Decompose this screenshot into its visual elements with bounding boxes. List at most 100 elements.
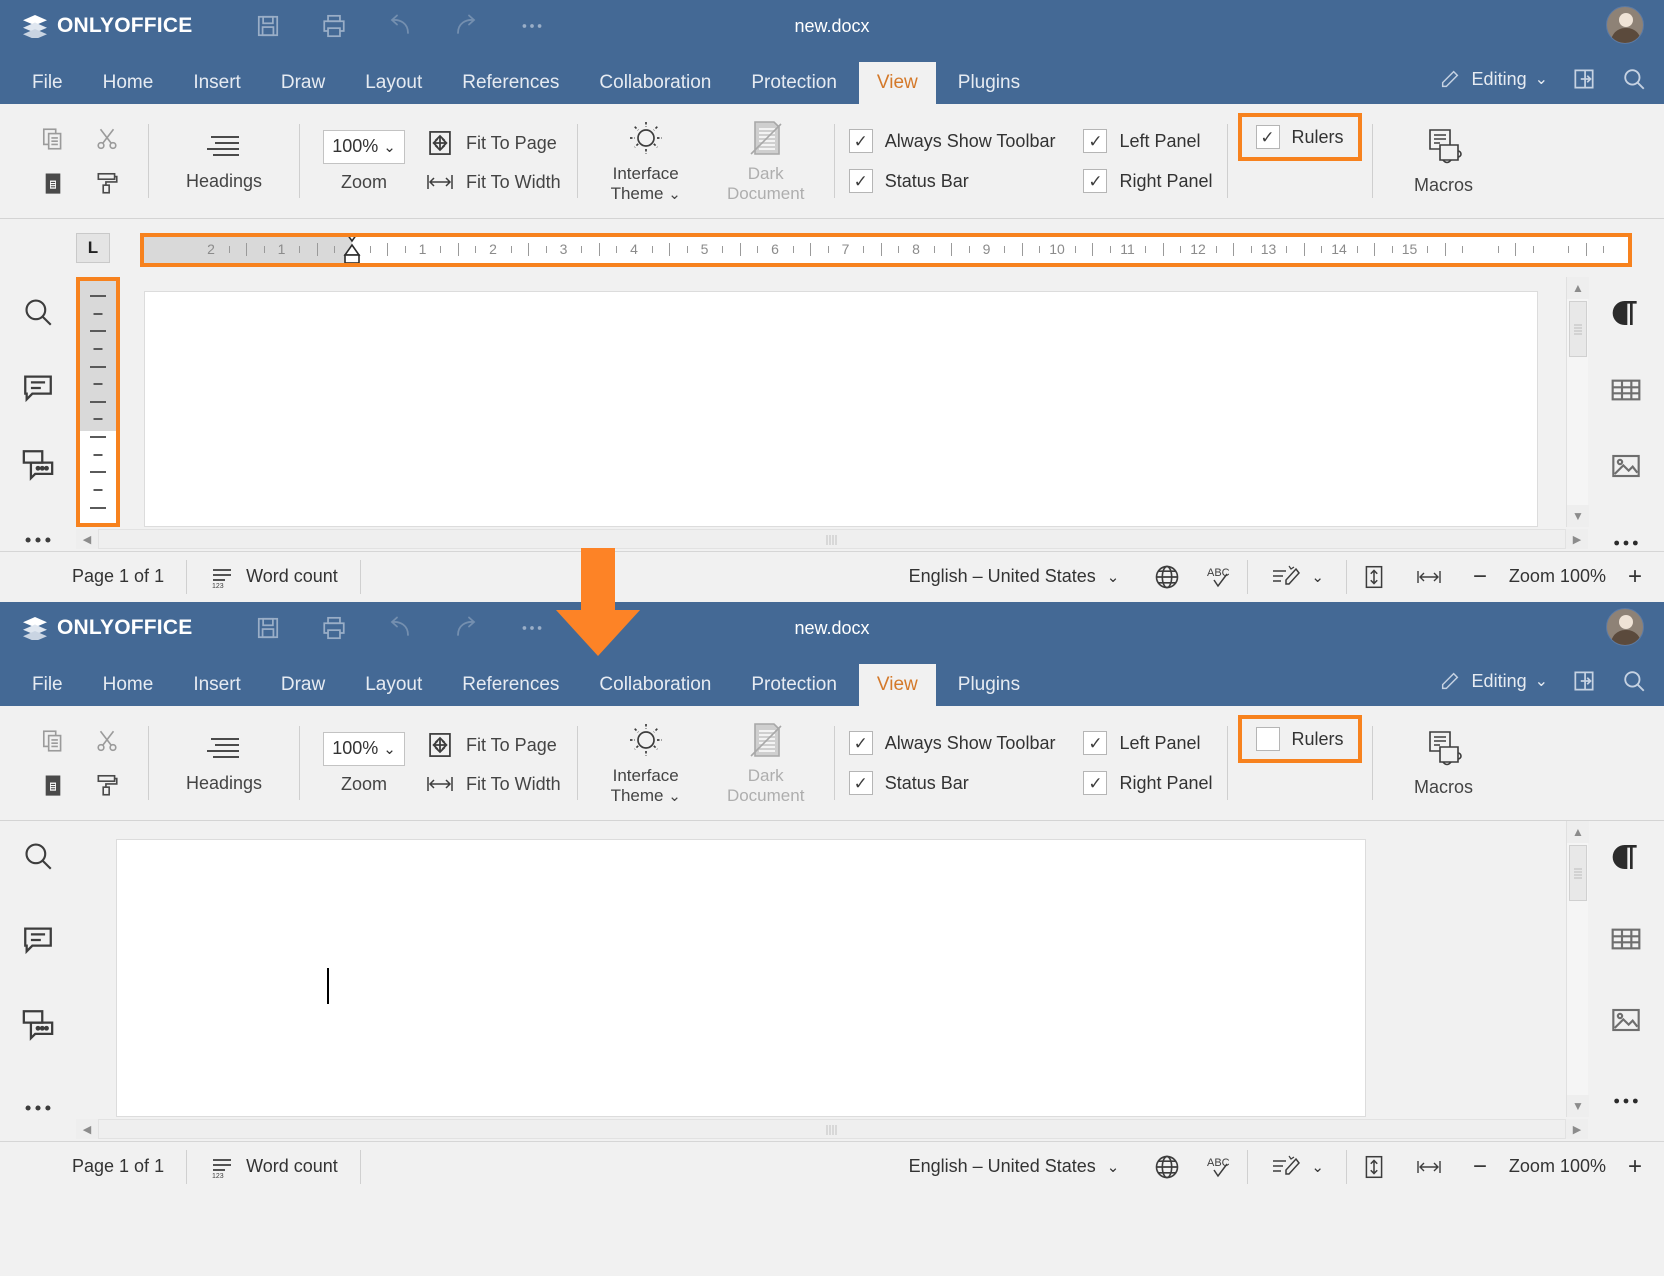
- fit-to-width-button[interactable]: Fit To Width: [426, 773, 561, 795]
- status-fit-to-page-button[interactable]: [1347, 552, 1401, 601]
- scroll-up-button[interactable]: ▲: [1567, 277, 1589, 299]
- hscroll-track[interactable]: [98, 529, 1566, 549]
- interface-theme-button[interactable]: Interface Theme ⌄: [594, 118, 698, 203]
- status-fit-to-width-button[interactable]: [1401, 552, 1457, 601]
- scroll-right-button[interactable]: ▶: [1566, 1119, 1588, 1139]
- zoom-level-label[interactable]: Zoom 100%: [1503, 552, 1612, 601]
- tab-home[interactable]: Home: [85, 62, 172, 104]
- tab-collaboration[interactable]: Collaboration: [581, 664, 729, 706]
- avatar[interactable]: [1606, 608, 1644, 646]
- macros-button[interactable]: Macros: [1389, 127, 1499, 196]
- tab-protection[interactable]: Protection: [733, 62, 855, 104]
- checkbox-left-panel[interactable]: ✓ Left Panel: [1083, 731, 1212, 755]
- more-icon[interactable]: [20, 523, 56, 557]
- checkbox-always-show-toolbar[interactable]: ✓ Always Show Toolbar: [848, 129, 1055, 153]
- hscroll-track[interactable]: [98, 1119, 1566, 1139]
- checkbox-rulers[interactable]: ✓ Rulers: [1255, 125, 1344, 149]
- more-icon[interactable]: [518, 12, 546, 40]
- word-count-button[interactable]: 123 Word count: [187, 1142, 360, 1191]
- vertical-scrollbar[interactable]: ▲ ▼: [1566, 821, 1589, 1117]
- print-icon[interactable]: [320, 12, 348, 40]
- fit-to-page-button[interactable]: Fit To Page: [426, 731, 561, 759]
- search-icon[interactable]: [20, 839, 56, 873]
- image-settings-icon[interactable]: [1608, 1004, 1644, 1035]
- checkbox-right-panel[interactable]: ✓ Right Panel: [1083, 771, 1213, 795]
- zoom-out-button[interactable]: −: [1457, 552, 1503, 601]
- paste-icon[interactable]: [38, 168, 68, 198]
- tab-draw[interactable]: Draw: [263, 62, 343, 104]
- zoom-in-button[interactable]: +: [1612, 552, 1664, 601]
- comments-icon[interactable]: [20, 923, 56, 957]
- document-page[interactable]: [116, 839, 1366, 1117]
- editing-mode-button[interactable]: Editing ⌄: [1436, 667, 1548, 695]
- zoom-value-dropdown[interactable]: 100% ⌄: [323, 731, 405, 766]
- zoom-value-dropdown[interactable]: 100% ⌄: [323, 129, 405, 164]
- interface-theme-button[interactable]: Interface Theme ⌄: [594, 720, 698, 805]
- more-icon[interactable]: [1608, 527, 1644, 559]
- image-settings-icon[interactable]: [1608, 451, 1644, 481]
- set-language-button[interactable]: [1141, 1142, 1193, 1191]
- tab-file[interactable]: File: [14, 62, 81, 104]
- scroll-left-button[interactable]: ◀: [76, 1119, 98, 1139]
- checkbox-rulers[interactable]: Rulers: [1255, 727, 1344, 751]
- tab-draw[interactable]: Draw: [263, 664, 343, 706]
- zoom-in-button[interactable]: +: [1612, 1142, 1664, 1191]
- scrollbar-thumb[interactable]: [1569, 845, 1587, 901]
- scroll-left-button[interactable]: ◀: [76, 529, 98, 549]
- macros-button[interactable]: Macros: [1389, 729, 1499, 798]
- tab-protection[interactable]: Protection: [733, 664, 855, 706]
- redo-icon[interactable]: [452, 12, 480, 40]
- open-file-location-icon[interactable]: [1570, 667, 1598, 695]
- scroll-down-button[interactable]: ▼: [1567, 1095, 1589, 1117]
- undo-icon[interactable]: [386, 12, 414, 40]
- table-settings-icon[interactable]: [1608, 375, 1644, 405]
- status-fit-to-page-button[interactable]: [1347, 1142, 1401, 1191]
- horizontal-ruler[interactable]: 2 1 1 2 3 4 5 6 7 8 9 10 11 12 13 14 15: [144, 237, 1628, 263]
- fit-to-width-button[interactable]: Fit To Width: [426, 171, 561, 193]
- save-icon[interactable]: [254, 12, 282, 40]
- zoom-level-label[interactable]: Zoom 100%: [1503, 1142, 1612, 1191]
- tab-view[interactable]: View: [858, 62, 936, 104]
- zoom-out-button[interactable]: −: [1457, 1142, 1503, 1191]
- copy-icon[interactable]: [38, 726, 68, 756]
- tab-layout[interactable]: Layout: [347, 62, 440, 104]
- set-language-button[interactable]: [1141, 552, 1193, 601]
- checkbox-always-show-toolbar[interactable]: ✓ Always Show Toolbar: [848, 731, 1055, 755]
- chat-icon[interactable]: [20, 1007, 56, 1041]
- word-count-button[interactable]: 123 Word count: [187, 552, 360, 601]
- editing-mode-button[interactable]: Editing ⌄: [1436, 65, 1548, 93]
- search-icon[interactable]: [20, 295, 56, 329]
- spell-checking-button[interactable]: ABC: [1193, 1142, 1247, 1191]
- checkbox-status-bar[interactable]: ✓ Status Bar: [848, 169, 1056, 193]
- checkbox-status-bar[interactable]: ✓ Status Bar: [848, 771, 1056, 795]
- checkbox-left-panel[interactable]: ✓ Left Panel: [1083, 129, 1212, 153]
- tab-insert[interactable]: Insert: [175, 664, 259, 706]
- print-icon[interactable]: [320, 614, 348, 642]
- more-icon[interactable]: [518, 614, 546, 642]
- tab-stop-selector[interactable]: L: [76, 233, 110, 263]
- save-icon[interactable]: [254, 614, 282, 642]
- comments-icon[interactable]: [20, 371, 56, 405]
- page-indicator[interactable]: Page 1 of 1: [0, 552, 186, 601]
- horizontal-scrollbar[interactable]: ◀ ▶: [0, 1117, 1664, 1141]
- table-settings-icon[interactable]: [1608, 923, 1644, 954]
- checkbox-right-panel[interactable]: ✓ Right Panel: [1083, 169, 1213, 193]
- headings-button[interactable]: Headings: [165, 732, 283, 794]
- scrollbar-thumb[interactable]: [1569, 301, 1587, 357]
- scroll-down-button[interactable]: ▼: [1567, 505, 1589, 527]
- page-indicator[interactable]: Page 1 of 1: [0, 1142, 186, 1191]
- language-selector[interactable]: English – United States ⌄: [887, 552, 1142, 601]
- cut-icon[interactable]: [92, 124, 122, 154]
- vertical-scrollbar[interactable]: ▲ ▼: [1566, 277, 1589, 527]
- tab-collaboration[interactable]: Collaboration: [581, 62, 729, 104]
- open-file-location-icon[interactable]: [1570, 65, 1598, 93]
- more-icon[interactable]: [20, 1091, 56, 1125]
- vertical-ruler[interactable]: [80, 281, 116, 523]
- tab-references[interactable]: References: [444, 664, 577, 706]
- avatar[interactable]: [1606, 6, 1644, 44]
- paragraph-settings-icon[interactable]: [1608, 297, 1644, 329]
- horizontal-scrollbar[interactable]: ◀ ▶: [0, 527, 1664, 551]
- language-selector[interactable]: English – United States ⌄: [887, 1142, 1142, 1191]
- track-changes-button[interactable]: ⌄: [1248, 552, 1346, 601]
- redo-icon[interactable]: [452, 614, 480, 642]
